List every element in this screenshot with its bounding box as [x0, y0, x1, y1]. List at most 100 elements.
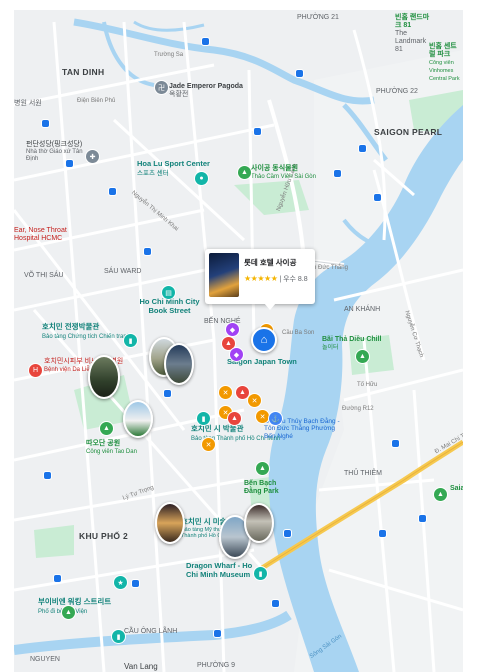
- ferry-icon[interactable]: ⚓: [269, 412, 282, 425]
- bus-stop-icon[interactable]: [374, 194, 381, 201]
- district-label-tan-dinh: TAN DINH: [62, 67, 105, 77]
- bus-stop-icon[interactable]: [66, 160, 73, 167]
- rating-stars-icon: ★★★★★: [244, 274, 278, 283]
- district-label-phuong-21: PHƯỜNG 21: [297, 14, 339, 21]
- museum-icon[interactable]: ▮: [197, 412, 210, 425]
- place-landmark-81-name: The Landmark 81: [395, 30, 427, 54]
- walking-street-icon[interactable]: ★: [114, 576, 127, 589]
- map-viewport[interactable]: TAN DINH SAIGON PEARL AN KHÁNH THỦ THIÊM…: [14, 10, 463, 672]
- museum-icon[interactable]: ▮: [124, 334, 137, 347]
- district-label-cau-ong-lanh: CẦU ÔNG LÃNH: [124, 628, 178, 635]
- place-label-ben-bach-dang[interactable]: Bến Bạch Đằng Park: [244, 480, 284, 496]
- bus-stop-icon[interactable]: [392, 440, 399, 447]
- place-label-dragon-wharf[interactable]: Dragon Wharf - Ho Chi Minh Museum: [186, 561, 261, 579]
- hotel-info-card[interactable]: 롯데 호텔 사이공 ★★★★★ | 우수 8.8: [205, 249, 315, 304]
- place-label-saia[interactable]: Saia B: [450, 485, 463, 493]
- district-label-phuong-9: PHƯỜNG 9: [197, 662, 236, 669]
- restaurant-icon[interactable]: ✕: [248, 394, 261, 407]
- playground-icon[interactable]: ▲: [356, 350, 369, 363]
- bus-stop-icon[interactable]: [144, 248, 151, 255]
- bus-stop-icon[interactable]: [334, 170, 341, 177]
- bus-stop-icon[interactable]: [254, 128, 261, 135]
- place-dieu-chill-kr: 놀이터: [322, 345, 339, 352]
- place-hoa-lu-kr: 스포츠 센터: [137, 169, 169, 177]
- place-label-jade-emperor[interactable]: Jade Emperor Pagoda 옥황전: [169, 83, 243, 99]
- bar-icon[interactable]: ◆: [230, 348, 243, 361]
- bus-stop-icon[interactable]: [44, 472, 51, 479]
- place-museum-hcmc-name: 호치민 시 박물관: [191, 424, 244, 433]
- district-label-khu-pho-2: KHU PHỐ 2: [79, 531, 128, 541]
- hospital-icon[interactable]: H: [29, 364, 42, 377]
- place-jade-emperor-name: Jade Emperor Pagoda: [169, 83, 243, 90]
- place-label-book-street[interactable]: Ho Chi Minh City Book Street: [132, 297, 207, 315]
- place-label-van-lang[interactable]: Van Lang: [124, 662, 158, 671]
- bus-stop-icon[interactable]: [164, 390, 171, 397]
- road-label-cau-ba-son: Cầu Ba Son: [282, 330, 315, 336]
- shopping-icon[interactable]: ▲: [236, 386, 249, 399]
- place-label-dieu-chill[interactable]: Bãi Thả Diều Chill 놀이터: [322, 336, 382, 352]
- hotel-thumbnail[interactable]: [209, 253, 239, 297]
- place-jade-emperor-kr: 옥황전: [169, 91, 189, 99]
- place-label-thao-cam-vien[interactable]: 사이공 동식물원 Thảo Cầm Viên Sài Gòn: [251, 165, 316, 181]
- restaurant-icon[interactable]: ✕: [256, 410, 269, 423]
- photo-reunification-palace[interactable]: [123, 400, 153, 438]
- restaurant-icon[interactable]: ✕: [202, 438, 215, 451]
- park-icon[interactable]: ▲: [256, 462, 269, 475]
- road-label-duong-r12: Đường R12: [342, 406, 374, 412]
- bar-icon[interactable]: ◆: [226, 323, 239, 336]
- place-dieu-chill-name: Bãi Thả Diều Chill: [322, 336, 382, 343]
- place-bui-vien-name: 부이비엔 워킹 스트리트: [38, 597, 112, 606]
- hotel-name: 롯데 호텔 사이공: [244, 258, 297, 267]
- place-tan-dinh-church-name: 펀단성당(핑크성당): [26, 141, 83, 148]
- place-label-ent-hospital[interactable]: Ear, Nose Throat Hospital HCMC: [14, 227, 74, 243]
- place-label-tan-dinh-church[interactable]: 펀단성당(핑크성당) Nhà thờ Giáo xứ Tân Định: [26, 141, 86, 163]
- stadium-icon[interactable]: ●: [195, 172, 208, 185]
- park-icon[interactable]: ▲: [434, 488, 447, 501]
- shopping-icon[interactable]: ▲: [228, 412, 241, 425]
- restaurant-icon[interactable]: ✕: [219, 386, 232, 399]
- bus-stop-icon[interactable]: [284, 530, 291, 537]
- place-vinhomes-park-sub: Công viên Vinhomes Central Park: [429, 60, 460, 83]
- place-landmark-81-kr: 빈홈 랜드마크 81: [395, 14, 430, 30]
- park-icon[interactable]: ▲: [100, 422, 113, 435]
- place-war-remnants-sub: Bảo tàng Chứng tích Chiến tranh: [42, 333, 131, 340]
- place-label-landmark-81[interactable]: 빈홈 랜드마크 81 The Landmark 81: [395, 14, 435, 54]
- district-label-phuong-22: PHƯỜNG 22: [376, 88, 418, 95]
- bus-stop-icon[interactable]: [202, 38, 209, 45]
- bus-stop-icon[interactable]: [214, 630, 221, 637]
- hotel-rating-text: | 우수 8.8: [279, 276, 308, 283]
- place-label-war-remnants[interactable]: 호치민 전쟁박물관 Bảo tàng Chứng tích Chiến tran…: [42, 322, 131, 341]
- district-label-vo-thi-sau: VÕ THỊ SÁU: [24, 272, 64, 279]
- photo-statue[interactable]: [244, 503, 274, 543]
- district-label-saigon-pearl: SAIGON PEARL: [374, 127, 443, 137]
- zoo-icon[interactable]: ▲: [238, 166, 251, 179]
- place-tao-dan-sub: Công viên Tao Dan: [86, 449, 137, 456]
- district-label-an-khanh: AN KHÁNH: [344, 306, 381, 313]
- museum-icon[interactable]: ▮: [112, 630, 125, 643]
- bus-stop-icon[interactable]: [42, 120, 49, 127]
- bus-stop-icon[interactable]: [109, 188, 116, 195]
- photo-war-museum[interactable]: [88, 355, 120, 399]
- hotel-pin-icon[interactable]: ⌂: [251, 327, 277, 353]
- place-label-tao-dan[interactable]: 따오단 공원 Công viên Tao Dan: [86, 440, 137, 456]
- place-tao-dan-name: 따오단 공원: [86, 440, 121, 447]
- place-label-hospital-kr[interactable]: 병원 서원: [14, 100, 42, 108]
- place-war-remnants-name: 호치민 전쟁박물관: [42, 322, 100, 331]
- bus-stop-icon[interactable]: [296, 70, 303, 77]
- pagoda-icon[interactable]: 卍: [155, 81, 168, 94]
- bus-stop-icon[interactable]: [359, 145, 366, 152]
- bus-stop-icon[interactable]: [132, 580, 139, 587]
- photo-fine-arts[interactable]: [155, 502, 185, 544]
- bus-stop-icon[interactable]: [54, 575, 61, 582]
- bus-stop-icon[interactable]: [272, 600, 279, 607]
- park-icon[interactable]: ▲: [62, 606, 75, 619]
- bus-stop-icon[interactable]: [379, 530, 386, 537]
- museum-icon[interactable]: ▮: [254, 567, 267, 580]
- bus-stop-icon[interactable]: [419, 515, 426, 522]
- photo-opera[interactable]: [164, 343, 194, 385]
- church-icon[interactable]: ✚: [86, 150, 99, 163]
- info-card-pointer: [264, 303, 276, 310]
- book-store-icon[interactable]: ▤: [162, 286, 175, 299]
- district-label-thu-thiem: THỦ THIÊM: [344, 470, 382, 477]
- road-label-to-huu: Tố Hữu: [357, 382, 378, 388]
